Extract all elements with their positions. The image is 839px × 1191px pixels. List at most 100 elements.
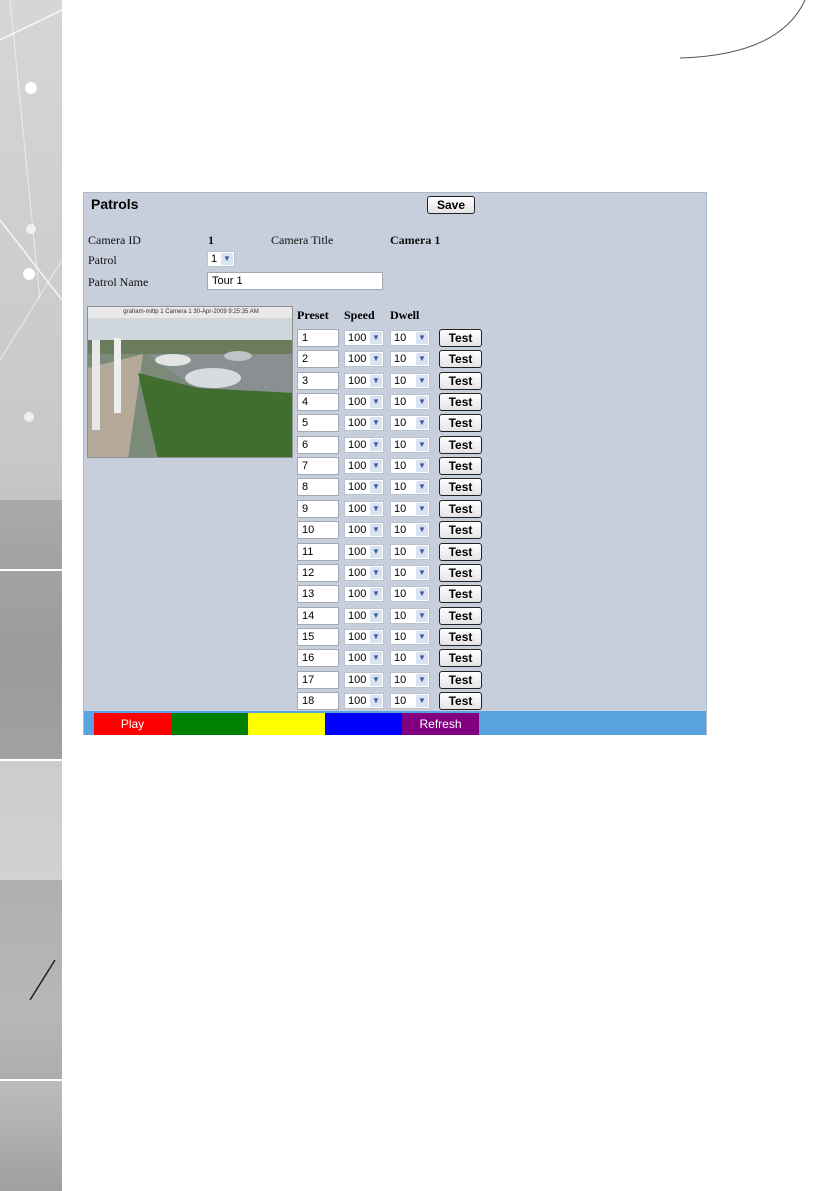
blue-button[interactable] xyxy=(325,713,402,735)
dwell-select[interactable]: 10 ▼ xyxy=(390,650,430,667)
test-button[interactable]: Test xyxy=(439,521,482,540)
dwell-select[interactable]: 10 ▼ xyxy=(390,458,430,475)
chevron-down-icon: ▼ xyxy=(416,524,428,537)
speed-select[interactable]: 100 ▼ xyxy=(344,458,384,475)
dwell-select[interactable]: 10 ▼ xyxy=(390,607,430,624)
chevron-down-icon: ▼ xyxy=(416,545,428,558)
preset-input[interactable]: 15 xyxy=(297,627,339,646)
preset-input[interactable]: 13 xyxy=(297,585,339,604)
table-row: 18 100 ▼ 10 ▼ Test xyxy=(297,691,487,710)
speed-select[interactable]: 100 ▼ xyxy=(344,351,384,368)
dwell-select[interactable]: 10 ▼ xyxy=(390,671,430,688)
patrol-name-input[interactable]: Tour 1 xyxy=(207,272,383,290)
speed-value: 100 xyxy=(348,588,367,601)
dwell-select[interactable]: 10 ▼ xyxy=(390,436,430,453)
speed-select[interactable]: 100 ▼ xyxy=(344,522,384,539)
preset-input[interactable]: 11 xyxy=(297,542,339,561)
speed-select[interactable]: 100 ▼ xyxy=(344,436,384,453)
preset-input[interactable]: 14 xyxy=(297,606,339,625)
dwell-select[interactable]: 10 ▼ xyxy=(390,543,430,560)
dwell-select[interactable]: 10 ▼ xyxy=(390,564,430,581)
chevron-down-icon: ▼ xyxy=(416,502,428,515)
speed-select[interactable]: 100 ▼ xyxy=(344,607,384,624)
test-button[interactable]: Test xyxy=(439,606,482,625)
dwell-select[interactable]: 10 ▼ xyxy=(390,372,430,389)
speed-select[interactable]: 100 ▼ xyxy=(344,415,384,432)
preset-input[interactable]: 6 xyxy=(297,435,339,454)
speed-select[interactable]: 100 ▼ xyxy=(344,586,384,603)
preset-input[interactable]: 5 xyxy=(297,414,339,433)
speed-select[interactable]: 100 ▼ xyxy=(344,394,384,411)
preset-input[interactable]: 8 xyxy=(297,478,339,497)
chevron-down-icon: ▼ xyxy=(416,630,428,643)
camera-view: graham-mittp 1 Camera 1 30-Apr-2009 9:25… xyxy=(87,306,293,458)
preset-input[interactable]: 4 xyxy=(297,393,339,412)
speed-select[interactable]: 100 ▼ xyxy=(344,372,384,389)
save-button[interactable]: Save xyxy=(427,196,475,214)
test-button[interactable]: Test xyxy=(439,563,482,582)
play-button[interactable]: Play xyxy=(94,713,171,735)
test-button[interactable]: Test xyxy=(439,670,482,689)
speed-select[interactable]: 100 ▼ xyxy=(344,543,384,560)
preset-input[interactable]: 12 xyxy=(297,563,339,582)
preset-input[interactable]: 16 xyxy=(297,649,339,668)
test-button[interactable]: Test xyxy=(439,585,482,604)
dwell-select[interactable]: 10 ▼ xyxy=(390,415,430,432)
speed-select[interactable]: 100 ▼ xyxy=(344,564,384,581)
speed-select[interactable]: 100 ▼ xyxy=(344,500,384,517)
green-button[interactable] xyxy=(171,713,248,735)
test-button[interactable]: Test xyxy=(439,371,482,390)
test-button[interactable]: Test xyxy=(439,542,482,561)
dwell-select[interactable]: 10 ▼ xyxy=(390,394,430,411)
preset-input[interactable]: 10 xyxy=(297,521,339,540)
patrol-select[interactable]: 1 ▼ xyxy=(207,251,235,267)
speed-select[interactable]: 100 ▼ xyxy=(344,671,384,688)
dwell-select[interactable]: 10 ▼ xyxy=(390,330,430,346)
test-button[interactable]: Test xyxy=(439,329,482,347)
test-button[interactable]: Test xyxy=(439,414,482,433)
preset-input[interactable]: 3 xyxy=(297,371,339,390)
chevron-down-icon: ▼ xyxy=(416,460,428,473)
test-button[interactable]: Test xyxy=(439,435,482,454)
test-button[interactable]: Test xyxy=(439,499,482,518)
preset-input[interactable]: 7 xyxy=(297,457,339,476)
decorative-arc xyxy=(679,0,806,59)
dwell-select[interactable]: 10 ▼ xyxy=(390,692,430,709)
dwell-value: 10 xyxy=(394,460,407,473)
yellow-button[interactable] xyxy=(248,713,325,735)
refresh-button[interactable]: Refresh xyxy=(402,713,479,735)
table-row: 15 100 ▼ 10 ▼ Test xyxy=(297,627,487,646)
preset-input[interactable]: 18 xyxy=(297,691,339,710)
test-button[interactable]: Test xyxy=(439,627,482,646)
chevron-down-icon: ▼ xyxy=(221,253,233,265)
test-button[interactable]: Test xyxy=(439,393,482,412)
preset-input[interactable]: 2 xyxy=(297,350,339,369)
dwell-select[interactable]: 10 ▼ xyxy=(390,586,430,603)
speed-select[interactable]: 100 ▼ xyxy=(344,692,384,709)
test-button[interactable]: Test xyxy=(439,457,482,476)
dwell-select[interactable]: 10 ▼ xyxy=(390,351,430,368)
chevron-down-icon: ▼ xyxy=(416,694,428,707)
dwell-value: 10 xyxy=(394,694,407,707)
speed-select[interactable]: 100 ▼ xyxy=(344,479,384,496)
test-button[interactable]: Test xyxy=(439,691,482,710)
dwell-select[interactable]: 10 ▼ xyxy=(390,479,430,496)
column-header-preset: Preset xyxy=(297,308,329,322)
dwell-select[interactable]: 10 ▼ xyxy=(390,522,430,539)
dwell-value: 10 xyxy=(394,524,407,537)
speed-select[interactable]: 100 ▼ xyxy=(344,330,384,346)
test-button[interactable]: Test xyxy=(439,350,482,369)
table-row: 11 100 ▼ 10 ▼ Test xyxy=(297,542,487,561)
test-button[interactable]: Test xyxy=(439,649,482,668)
dwell-select[interactable]: 10 ▼ xyxy=(390,628,430,645)
test-button[interactable]: Test xyxy=(439,478,482,497)
preset-input[interactable]: 1 xyxy=(297,329,339,347)
column-header-dwell: Dwell xyxy=(390,308,420,322)
preset-input[interactable]: 9 xyxy=(297,499,339,518)
dwell-select[interactable]: 10 ▼ xyxy=(390,500,430,517)
speed-value: 100 xyxy=(348,609,367,622)
preset-input[interactable]: 17 xyxy=(297,670,339,689)
speed-select[interactable]: 100 ▼ xyxy=(344,628,384,645)
chevron-down-icon: ▼ xyxy=(416,438,428,451)
speed-select[interactable]: 100 ▼ xyxy=(344,650,384,667)
